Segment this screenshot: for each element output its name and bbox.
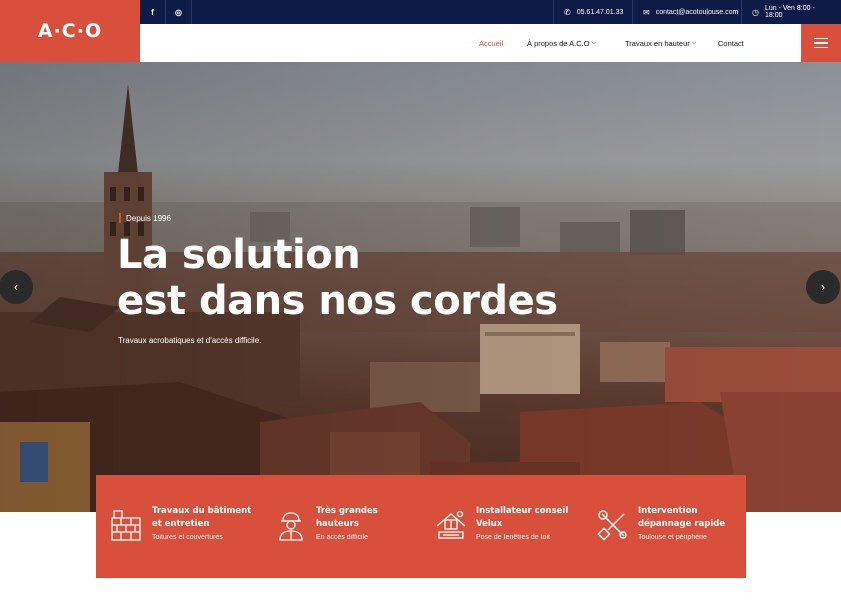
phone-icon: ✆ <box>564 7 571 17</box>
service-item[interactable]: Installateur conseil Velux Pose de fenêt… <box>434 505 568 542</box>
menu-toggle-button[interactable] <box>801 24 841 62</box>
services-band: Travaux du bâtiment et entretien Toiture… <box>96 475 746 578</box>
eyebrow-text: Depuis 1996 <box>126 213 171 223</box>
email-address: contact@acotoulouse.com <box>655 8 739 16</box>
facebook-link[interactable]: f <box>140 0 166 24</box>
nav-label: Accueil <box>479 38 504 48</box>
opening-hours: ◷ Lun - Ven 8:00 - 18:00 <box>741 0 841 24</box>
chevron-right-icon: › <box>821 280 825 294</box>
brick-wall-icon <box>111 510 141 541</box>
wrench-screwdriver-icon <box>597 510 627 541</box>
service-title: Intervention dépannage rapide <box>638 506 726 529</box>
hero-subtitle: Travaux acrobatiques et d'accès difficil… <box>118 336 262 345</box>
headline-line-1: La solution <box>117 232 361 278</box>
chevron-down-icon: ⌵ <box>591 39 597 46</box>
mail-icon: ✉ <box>643 7 650 17</box>
service-title: Très grandes hauteurs <box>316 506 378 529</box>
service-subtitle: Toitures et couvertures <box>152 534 223 541</box>
nav-item-travaux[interactable]: Travaux en hauteur ⌵ <box>625 24 696 62</box>
headline-line-2: est dans nos cordes <box>117 278 558 324</box>
nav-item-accueil[interactable]: Accueil <box>479 24 503 62</box>
service-item[interactable]: Très grandes hauteurs En accès difficile <box>274 505 378 542</box>
nav-item-contact[interactable]: Contact <box>718 24 744 62</box>
hours-text: Lun - Ven 8:00 - 18:00 <box>764 5 815 19</box>
service-title: Travaux du bâtiment et entretien <box>152 506 252 529</box>
hero-eyebrow: Depuis 1996 <box>119 213 171 223</box>
instagram-link[interactable]: ◎ <box>166 0 192 24</box>
slider-prev-button[interactable]: ‹ <box>0 270 33 304</box>
service-subtitle: En accès difficile <box>316 534 369 541</box>
facebook-icon: f <box>151 7 154 17</box>
site-logo[interactable]: A·C·O <box>0 0 140 62</box>
hamburger-icon <box>814 37 828 40</box>
hero-headline: La solution est dans nos cordes <box>117 232 558 324</box>
top-info-bar: f ◎ ✆ 05.61.47.01.33 ✉ contact@acotoulou… <box>140 0 841 24</box>
service-title: Installateur conseil Velux <box>476 506 569 529</box>
nav-item-a-propos[interactable]: À propos de A.C.O ⌵ <box>527 24 596 62</box>
clock-icon: ◷ <box>752 7 759 17</box>
nav-label: À propos de A.C.O <box>527 38 590 48</box>
phone-contact[interactable]: ✆ 05.61.47.01.33 <box>553 0 633 24</box>
accent-bar <box>119 213 121 223</box>
slider-next-button[interactable]: › <box>806 270 840 304</box>
logo-text: A·C·O <box>37 20 103 42</box>
chevron-left-icon: ‹ <box>14 280 18 294</box>
email-contact[interactable]: ✉ contact@acotoulouse.com <box>632 0 748 24</box>
service-item[interactable]: Intervention dépannage rapide Toulouse e… <box>596 505 725 542</box>
phone-number: 05.61.47.01.33 <box>576 8 624 16</box>
service-subtitle: Toulouse et périphérie <box>638 534 707 541</box>
roof-window-icon <box>436 510 466 539</box>
service-subtitle: Pose de fenêtres de toit <box>476 534 550 541</box>
worker-helmet-icon <box>279 512 303 541</box>
main-nav: Accueil À propos de A.C.O ⌵ Travaux en h… <box>140 24 841 62</box>
instagram-icon: ◎ <box>175 7 182 17</box>
chevron-down-icon: ⌵ <box>691 39 697 46</box>
nav-label: Contact <box>718 38 744 48</box>
nav-label: Travaux en hauteur <box>625 38 690 48</box>
service-item[interactable]: Travaux du bâtiment et entretien Toiture… <box>110 505 251 542</box>
